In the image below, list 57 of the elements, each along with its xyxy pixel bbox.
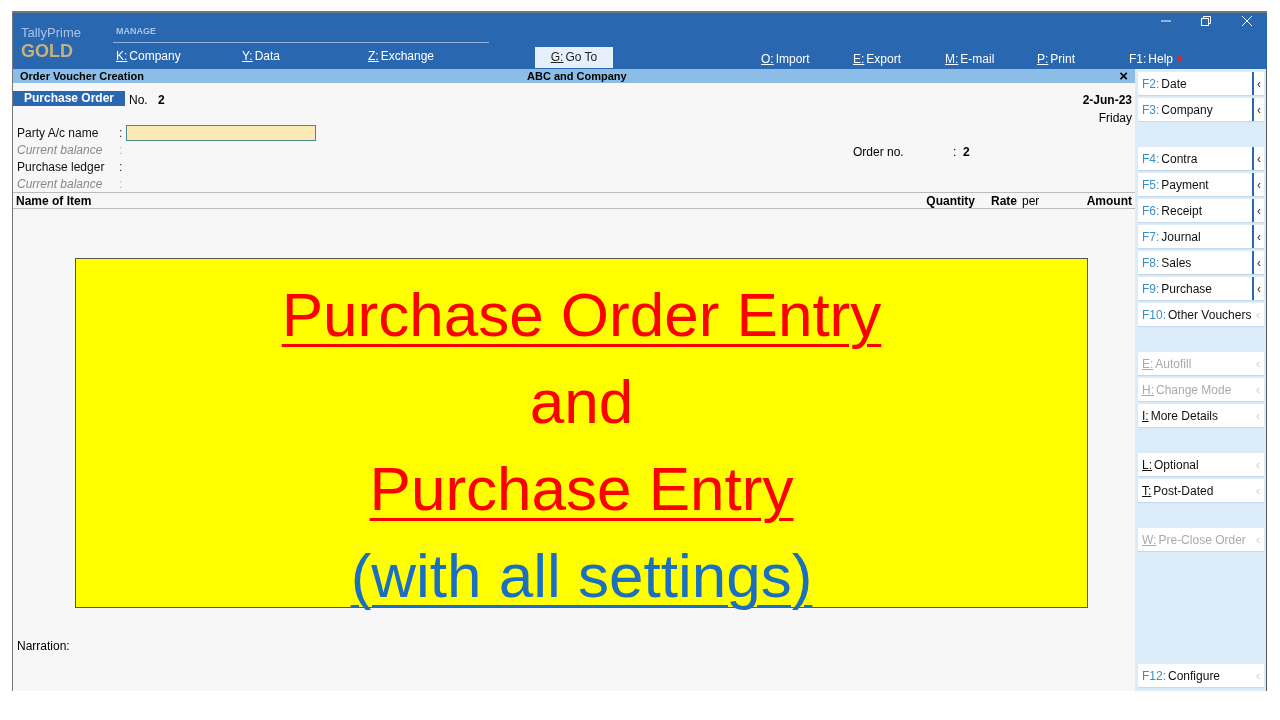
product-name: TallyPrime (21, 25, 82, 41)
close-button[interactable]: × (1119, 69, 1128, 83)
menu-item[interactable]: Z: Exchange (365, 46, 491, 65)
voucher-day: Friday (1098, 109, 1132, 127)
separator-colon: : (119, 124, 124, 142)
sidebar-button[interactable]: F3: Company ‹ (1138, 98, 1264, 121)
sidebar-button[interactable]: F6: Receipt ‹ (1138, 199, 1264, 222)
go-to-button[interactable]: G: Go To (535, 46, 613, 68)
banner-text: and (529, 366, 634, 438)
sidebar-button[interactable]: F12: Configure ‹ (1138, 664, 1264, 687)
menu-item[interactable]: F1: Help (1129, 48, 1199, 69)
section-label: MANAGE (113, 25, 489, 43)
sidebar-button[interactable]: T: Post-Dated ‹ (1138, 479, 1264, 502)
column-header: Name of Item (16, 192, 93, 210)
menu-item[interactable]: M: E-mail (945, 48, 1037, 69)
sidebar-button[interactable]: F9: Purchase ‹ (1138, 277, 1264, 300)
sidebar-button[interactable]: F10: Other Vouchers ‹ (1138, 303, 1264, 326)
field-label: Current balance (17, 175, 104, 193)
sidebar-button[interactable]: F4: Contra ‹ (1138, 147, 1264, 170)
sidebar-button[interactable]: F8: Sales ‹ (1138, 251, 1264, 274)
sidebar-button[interactable]: F5: Payment ‹ (1138, 173, 1264, 196)
voucher-date: 2-Jun-23 (1082, 92, 1132, 109)
company-name: ABC and Company (527, 68, 628, 84)
field-label: Current balance (17, 141, 104, 159)
column-header: Quantity (925, 192, 975, 210)
field-label: Purchase ledger (17, 158, 106, 176)
menu-item[interactable]: P: Print (1037, 48, 1129, 69)
separator-colon: : (953, 144, 958, 161)
text-input[interactable] (126, 124, 316, 141)
sidebar-button[interactable]: L: Optional ‹ (1138, 453, 1264, 476)
edition-label: GOLD (21, 41, 74, 61)
order-no-label: Order no. (853, 144, 905, 161)
separator-colon: : (119, 175, 124, 193)
voucher-type-label: Purchase Order (13, 91, 125, 106)
number-label: No. (128, 92, 149, 109)
banner-text: Purchase Entry (369, 453, 794, 525)
menu-item[interactable]: O: Import (761, 48, 853, 69)
separator-colon: : (119, 141, 124, 159)
sidebar-button[interactable]: F7: Journal ‹ (1138, 225, 1264, 248)
close-icon[interactable] (1241, 15, 1253, 27)
banner-text: (with all settings) (350, 540, 813, 612)
menu-item[interactable]: E: Export (853, 48, 945, 69)
narration-label: Narration: (16, 638, 71, 655)
order-no-value: 2 (963, 144, 970, 161)
separator-colon: : (119, 158, 124, 176)
voucher-number: 2 (158, 92, 166, 109)
sidebar-button[interactable]: I: More Details ‹ (1138, 404, 1264, 427)
menu-item[interactable]: K: Company (113, 46, 239, 65)
column-header: Rate (990, 192, 1017, 210)
menu-item[interactable]: Y: Data (239, 46, 365, 65)
screen-title: Order Voucher Creation (20, 68, 145, 84)
column-header: Amount (1085, 192, 1132, 210)
sidebar-button[interactable]: F2: Date ‹ (1138, 72, 1264, 95)
banner-text: Purchase Order Entry (281, 279, 882, 351)
field-label: Party A/c name (17, 124, 100, 142)
restore-icon[interactable] (1201, 16, 1211, 26)
column-header: per (1021, 192, 1041, 210)
